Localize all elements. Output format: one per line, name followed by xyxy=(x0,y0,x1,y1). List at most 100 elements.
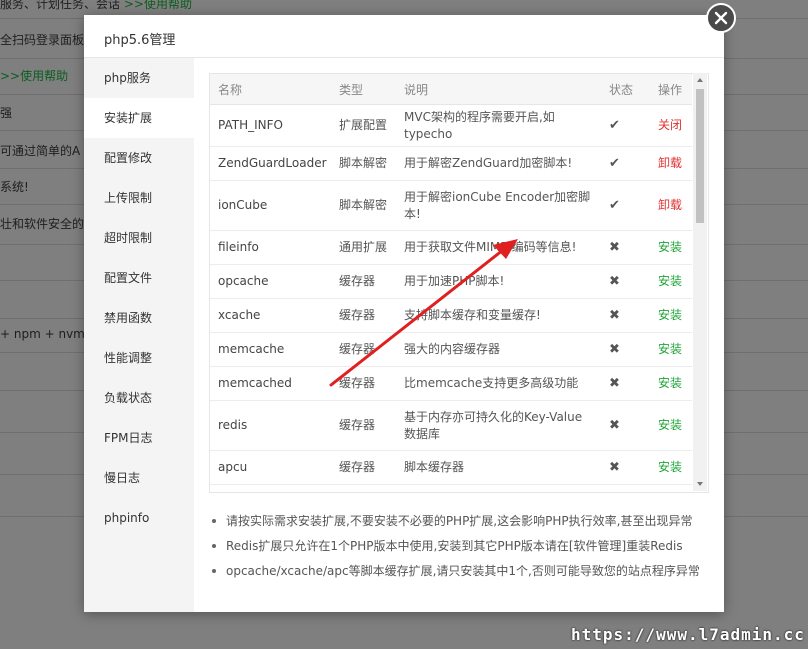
column-header-name: 名称 xyxy=(210,74,331,105)
table-row: xcache 缓存器 支持脚本缓存和变量缓存! ✖ 安装 xyxy=(210,298,692,333)
status-icon: ✖ xyxy=(601,400,650,451)
column-header-type: 类型 xyxy=(331,74,396,105)
sidebar-item-install-extensions[interactable]: 安装扩展 xyxy=(84,98,194,138)
action-link[interactable]: 安装 xyxy=(650,450,692,485)
extension-type: 扩展配置 xyxy=(331,104,396,147)
bg-text: 强 xyxy=(0,106,13,120)
sidebar-item-config-file[interactable]: 配置文件 xyxy=(84,258,194,298)
extension-name: ZendGuardLoader xyxy=(210,146,331,181)
action-link[interactable]: 卸载 xyxy=(650,146,692,181)
extension-type: 脚本解密 xyxy=(331,180,396,231)
extension-description: MVC架构的程序需要开启,如typecho xyxy=(396,104,601,147)
status-icon: ✖ xyxy=(601,450,650,485)
table-row: opcache 缓存器 用于加速PHP脚本! ✖ 安装 xyxy=(210,264,692,299)
extension-name: opcache xyxy=(210,264,331,299)
extension-type: 通用扩展 xyxy=(331,230,396,265)
extension-name: memcached xyxy=(210,366,331,401)
column-header-action: 操作 xyxy=(650,74,692,105)
extension-name: memcache xyxy=(210,332,331,367)
sidebar-item-load-status[interactable]: 负载状态 xyxy=(84,378,194,418)
action-link[interactable]: 关闭 xyxy=(650,104,692,147)
table-scrollbar[interactable] xyxy=(693,73,707,491)
table-row: ionCube 脚本解密 用于解密ionCube Encoder加密脚本! ✔ 卸载 xyxy=(210,180,692,231)
table-row: ZendGuardLoader 脚本解密 用于解密ZendGuard加密脚本! ✔ 卸载 xyxy=(210,146,692,181)
extensions-table: 名称 类型 说明 状态 操作 PATH_INFO 扩展配置 MVC架构的程序需要开启… xyxy=(210,74,692,485)
table-row: memcached 缓存器 比memcache支持更多高级功能 ✖ 安装 xyxy=(210,366,692,401)
bg-text: 服务、计划任务、会话 >>使用帮助 xyxy=(0,0,192,11)
extension-type: 脚本解密 xyxy=(331,146,396,181)
bg-text: 全扫码登录面板 xyxy=(0,33,85,47)
table-row: fileinfo 通用扩展 用于获取文件MIME,编码等信息! ✖ 安装 xyxy=(210,230,692,265)
status-icon: ✖ xyxy=(601,298,650,333)
sidebar-item-upload-limit[interactable]: 上传限制 xyxy=(84,178,194,218)
notes-list: 请按实际需求安装扩展,不要安装不必要的PHP扩展,这会影响PHP执行效率,甚至出… xyxy=(212,512,712,587)
bg-text: + npm + nvm xyxy=(0,327,85,341)
scrollbar-thumb[interactable] xyxy=(696,89,704,223)
extension-type: 缓存器 xyxy=(331,264,396,299)
table-row: memcache 缓存器 强大的内容缓存器 ✖ 安装 xyxy=(210,332,692,367)
close-button[interactable] xyxy=(706,3,736,33)
sidebar-item-timeout-limit[interactable]: 超时限制 xyxy=(84,218,194,258)
action-link[interactable]: 安装 xyxy=(650,298,692,333)
sidebar-item-performance[interactable]: 性能调整 xyxy=(84,338,194,378)
column-header-status: 状态 xyxy=(601,74,650,105)
action-link[interactable]: 安装 xyxy=(650,366,692,401)
dialog-header: php5.6管理 xyxy=(84,15,724,58)
action-link[interactable]: 安装 xyxy=(650,264,692,299)
note-item: 请按实际需求安装扩展,不要安装不必要的PHP扩展,这会影响PHP执行效率,甚至出… xyxy=(212,512,712,537)
status-icon: ✔ xyxy=(601,146,650,181)
sidebar-item-phpinfo[interactable]: phpinfo xyxy=(84,498,194,538)
bg-text: >>使用帮助 xyxy=(0,69,69,83)
extension-name: PATH_INFO xyxy=(210,104,331,147)
action-link[interactable]: 安装 xyxy=(650,332,692,367)
sidebar-item-php-service[interactable]: php服务 xyxy=(84,58,194,98)
extension-name: apcu xyxy=(210,450,331,485)
status-icon: ✖ xyxy=(601,332,650,367)
note-item: opcache/xcache/apc等脚本缓存扩展,请只安装其中1个,否则可能导… xyxy=(212,562,712,587)
extension-name: fileinfo xyxy=(210,230,331,265)
extension-description: 比memcache支持更多高级功能 xyxy=(396,366,601,401)
extension-name: ionCube xyxy=(210,180,331,231)
bg-text: 系统! xyxy=(0,180,29,194)
extension-description: 用于解密ZendGuard加密脚本! xyxy=(396,146,601,181)
extension-description: 用于加速PHP脚本! xyxy=(396,264,601,299)
scroll-up-icon[interactable] xyxy=(693,73,707,87)
action-link[interactable]: 卸载 xyxy=(650,180,692,231)
extension-name: xcache xyxy=(210,298,331,333)
scroll-down-icon[interactable] xyxy=(693,477,707,491)
extension-description: 支持脚本缓存和变量缓存! xyxy=(396,298,601,333)
extension-description: 强大的内容缓存器 xyxy=(396,332,601,367)
note-item: Redis扩展只允许在1个PHP版本中使用,安装到其它PHP版本请在[软件管理]… xyxy=(212,537,712,562)
watermark: https://www.l7admin.cc xyxy=(571,625,805,644)
sidebar-item-slow-log[interactable]: 慢日志 xyxy=(84,458,194,498)
php-manager-dialog: php5.6管理 php服务 安装扩展 配置修改 上传限制 超时限制 配置文件 … xyxy=(84,15,724,612)
status-icon: ✖ xyxy=(601,230,650,265)
extensions-table-container: 名称 类型 说明 状态 操作 PATH_INFO 扩展配置 MVC架构的程序需要开启… xyxy=(209,73,709,493)
extension-type: 缓存器 xyxy=(331,450,396,485)
extension-name: redis xyxy=(210,400,331,451)
sidebar-item-fpm-log[interactable]: FPM日志 xyxy=(84,418,194,458)
sidebar-item-config-edit[interactable]: 配置修改 xyxy=(84,138,194,178)
action-link[interactable]: 安装 xyxy=(650,400,692,451)
action-link[interactable]: 安装 xyxy=(650,230,692,265)
status-icon: ✖ xyxy=(601,366,650,401)
extension-type: 缓存器 xyxy=(331,400,396,451)
status-icon: ✖ xyxy=(601,264,650,299)
bg-text: 可通过简单的A xyxy=(0,144,81,158)
extension-type: 缓存器 xyxy=(331,298,396,333)
extension-description: 用于解密ionCube Encoder加密脚本! xyxy=(396,180,601,231)
dialog-title: php5.6管理 xyxy=(104,33,176,48)
column-header-description: 说明 xyxy=(396,74,601,105)
extension-type: 缓存器 xyxy=(331,332,396,367)
bg-text: 壮和软件安全的 xyxy=(0,217,85,231)
sidebar-item-disabled-functions[interactable]: 禁用函数 xyxy=(84,298,194,338)
status-icon: ✔ xyxy=(601,180,650,231)
table-row: PATH_INFO 扩展配置 MVC架构的程序需要开启,如typecho ✔ 关闭 xyxy=(210,104,692,147)
table-row: apcu 缓存器 脚本缓存器 ✖ 安装 xyxy=(210,450,692,485)
extension-description: 基于内存亦可持久化的Key-Value数据库 xyxy=(396,400,601,451)
status-icon: ✔ xyxy=(601,104,650,147)
extension-description: 用于获取文件MIME,编码等信息! xyxy=(396,230,601,265)
close-icon xyxy=(714,11,728,25)
sidebar: php服务 安装扩展 配置修改 上传限制 超时限制 配置文件 禁用函数 性能调整… xyxy=(84,58,194,612)
extension-type: 缓存器 xyxy=(331,366,396,401)
